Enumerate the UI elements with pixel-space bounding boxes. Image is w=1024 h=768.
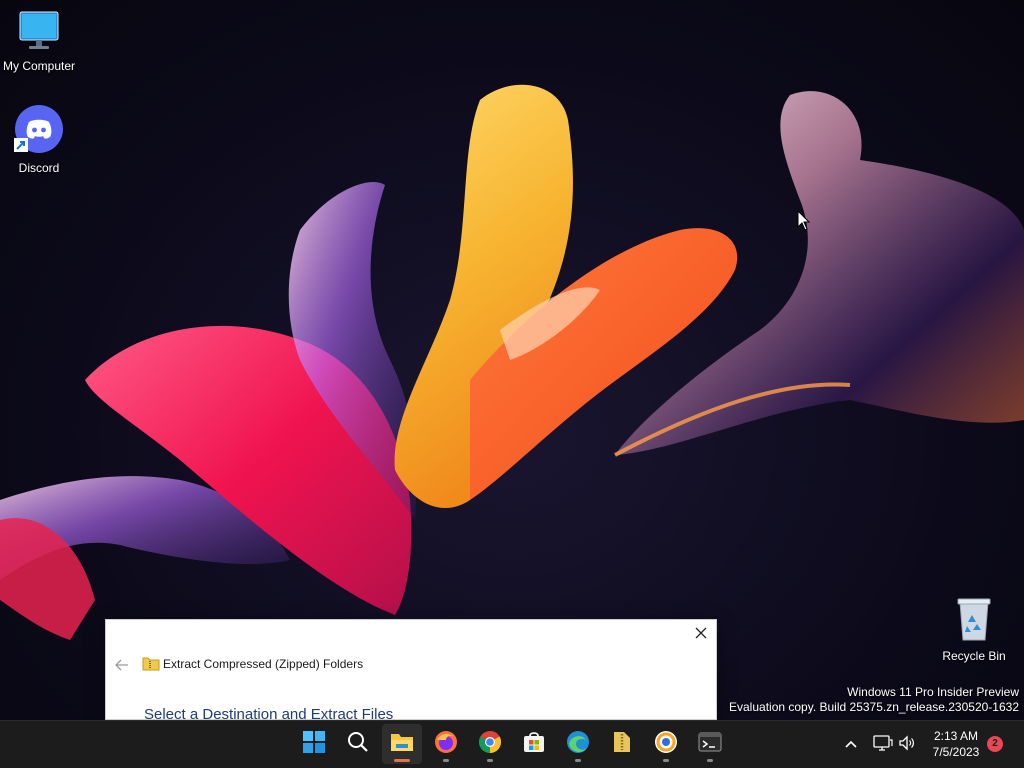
- start-button[interactable]: [294, 724, 334, 764]
- windows-watermark: Windows 11 Pro Insider Preview Evaluatio…: [729, 685, 1019, 715]
- desktop-icon-label: Recycle Bin: [942, 649, 1006, 663]
- clock-time: 2:13 AM: [933, 729, 979, 743]
- taskbar-chrome[interactable]: [470, 724, 510, 764]
- close-icon[interactable]: [694, 626, 708, 640]
- firefox-icon: [434, 730, 458, 759]
- store-icon: [523, 731, 545, 758]
- file-explorer-icon: [390, 731, 414, 758]
- taskbar-terminal[interactable]: [690, 724, 730, 764]
- search-icon: [347, 731, 369, 758]
- desktop-icon-discord[interactable]: Discord: [0, 104, 79, 175]
- system-clock[interactable]: 2:13 AM 7/5/2023: [926, 728, 986, 760]
- browser-icon: [654, 730, 678, 759]
- taskbar: [0, 720, 1024, 768]
- active-indicator: [394, 759, 410, 762]
- wallpaper-art: [0, 84, 1024, 640]
- watermark-edition: Windows 11 Pro Insider Preview: [847, 685, 1019, 699]
- discord-icon: [0, 104, 79, 157]
- desktop-icon-recycle-bin[interactable]: Recycle Bin: [934, 596, 1014, 663]
- desktop-wallpaper: [0, 0, 1024, 720]
- recycle-bin-icon: [934, 596, 1014, 645]
- mouse-cursor-icon: [797, 209, 811, 237]
- zip-folder-icon: [142, 656, 160, 676]
- running-indicator: [707, 759, 713, 762]
- search-button[interactable]: [338, 724, 378, 764]
- desktop-icon-label: My Computer: [2, 59, 76, 73]
- back-arrow-icon[interactable]: [115, 658, 129, 672]
- taskbar-store[interactable]: [514, 724, 554, 764]
- show-hidden-icons-chevron-icon[interactable]: [842, 736, 860, 752]
- edge-icon: [566, 730, 590, 759]
- running-indicator: [663, 759, 669, 762]
- windows-start-icon: [303, 730, 325, 758]
- terminal-icon: [698, 732, 722, 757]
- volume-icon[interactable]: [898, 734, 916, 757]
- desktop-icon-my-computer[interactable]: My Computer: [0, 8, 79, 73]
- zip-folder-icon: [612, 730, 632, 759]
- running-indicator: [575, 759, 581, 762]
- taskbar-firefox[interactable]: [426, 724, 466, 764]
- extract-dialog: Extract Compressed (Zipped) Folders Sele…: [105, 619, 717, 723]
- network-icon[interactable]: [873, 734, 893, 757]
- taskbar-zip-folder[interactable]: [602, 724, 642, 764]
- watermark-build: Evaluation copy. Build 25375.zn_release.…: [729, 700, 1019, 714]
- taskbar-edge[interactable]: [558, 724, 598, 764]
- notification-badge[interactable]: 2: [987, 736, 1003, 752]
- desktop-icon-label: Discord: [18, 161, 60, 175]
- dialog-title: Extract Compressed (Zipped) Folders: [163, 657, 364, 671]
- taskbar-file-explorer[interactable]: [382, 724, 422, 764]
- monitor-icon: [0, 8, 79, 55]
- clock-date: 7/5/2023: [932, 745, 980, 759]
- running-indicator: [487, 759, 493, 762]
- taskbar-browser[interactable]: [646, 724, 686, 764]
- running-indicator: [443, 759, 449, 762]
- chrome-icon: [478, 730, 502, 759]
